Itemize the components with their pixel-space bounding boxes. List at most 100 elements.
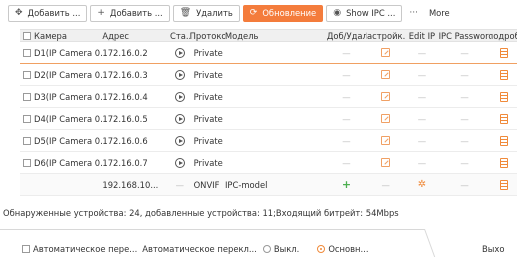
add-icon[interactable]: + xyxy=(342,178,351,191)
header-add-del[interactable]: Доб/Удал xyxy=(327,31,366,41)
row-checkbox[interactable] xyxy=(23,136,31,145)
header-model[interactable]: Модель xyxy=(225,31,327,41)
edit-icon[interactable] xyxy=(381,48,391,57)
protocol: Private xyxy=(193,47,223,58)
table-row[interactable]: D6(IP Camera 0... 172.16.0.7 Private — —… xyxy=(20,152,517,174)
protocol: Private xyxy=(193,135,223,146)
refresh-button[interactable]: ⟳ Обновление xyxy=(242,4,324,22)
ipc-password: — xyxy=(460,113,469,124)
camera-address: 172.16.0.3 xyxy=(102,69,148,80)
header-status[interactable]: Ста... xyxy=(170,31,190,41)
show-ipc-label: Show IPC ... xyxy=(346,8,396,18)
toolbar: ✥ Добавить ... + Добавить ... 🗑 Удалить … xyxy=(0,0,517,26)
model: IPC-model xyxy=(224,179,268,190)
ipc-password: — xyxy=(460,69,469,80)
table-row[interactable]: D2(IP Camera 0... 172.16.0.3 Private — —… xyxy=(20,64,517,86)
row-checkbox[interactable] xyxy=(23,92,31,101)
protocol: Private xyxy=(193,157,223,168)
settings: — xyxy=(381,179,390,190)
show-ipc-button[interactable]: ◉ Show IPC ... xyxy=(326,4,403,22)
row-checkbox[interactable] xyxy=(23,114,31,123)
add-manual-label: Добавить ... xyxy=(109,8,163,18)
details-icon[interactable] xyxy=(499,47,508,58)
edit-icon[interactable] xyxy=(381,158,391,167)
table-row[interactable]: D3(IP Camera 0... 172.16.0.4 Private — —… xyxy=(20,86,517,108)
refresh-label: Обновление xyxy=(262,8,317,18)
camera-address: 172.16.0.4 xyxy=(102,91,148,102)
camera-name: D4(IP Camera 0... xyxy=(34,113,103,124)
edit-icon[interactable] xyxy=(381,114,391,123)
protocol: ONVIF xyxy=(193,179,220,190)
play-icon[interactable] xyxy=(174,157,185,168)
details-icon[interactable] xyxy=(499,91,508,102)
play-icon[interactable] xyxy=(174,135,185,146)
delete-button[interactable]: 🗑 Удалить xyxy=(172,4,240,22)
add-manual-button[interactable]: + Добавить ... xyxy=(90,4,170,22)
header-settings[interactable]: Настройк... xyxy=(366,31,405,41)
row-checkbox[interactable] xyxy=(23,158,31,167)
edit-icon[interactable] xyxy=(381,136,391,145)
footer-options: Автоматическое пере... Автоматическое пе… xyxy=(22,244,369,254)
table-row[interactable]: D5(IP Camera 0... 172.16.0.6 Private — —… xyxy=(20,130,517,152)
radio-main[interactable]: Основн... xyxy=(317,244,369,254)
row-checkbox[interactable] xyxy=(23,48,31,57)
camera-name: D1(IP Camera 0... xyxy=(34,47,103,58)
camera-address: 192.168.10... xyxy=(102,179,159,190)
details-icon[interactable] xyxy=(499,179,508,190)
exit-button[interactable]: Выхо xyxy=(482,244,504,254)
camera-address: 172.16.0.6 xyxy=(102,135,148,146)
row-checkbox[interactable] xyxy=(23,70,31,79)
details-icon[interactable] xyxy=(499,135,508,146)
camera-address: 172.16.0.2 xyxy=(102,47,148,58)
add-del: — xyxy=(342,69,351,80)
header-ipc-password[interactable]: IPC Password xyxy=(439,31,491,41)
select-all-checkbox[interactable] xyxy=(23,31,31,40)
add-device-button[interactable]: ✥ Добавить ... xyxy=(8,4,88,22)
add-del: — xyxy=(342,157,351,168)
protocol: Private xyxy=(193,91,223,102)
eye-icon: ◉ xyxy=(333,8,342,18)
radio-main-circle[interactable] xyxy=(317,245,326,253)
table-header: Камера Адрес Ста... Протокол Модель Доб/… xyxy=(20,29,517,42)
add-device-label: Добавить ... xyxy=(27,8,81,18)
camera-name: D3(IP Camera 0... xyxy=(34,91,103,102)
table-row[interactable]: D1(IP Camera 0... 172.16.0.2 Private — —… xyxy=(20,42,517,64)
header-edit-ip[interactable]: Edit IP xyxy=(405,31,438,41)
table-row[interactable]: D4(IP Camera 0... 172.16.0.5 Private — —… xyxy=(20,108,517,130)
more-button[interactable]: ··· More xyxy=(405,4,454,22)
radio-main-label: Основн... xyxy=(328,244,369,254)
header-camera[interactable]: Камера xyxy=(20,31,102,41)
auto-checkbox[interactable] xyxy=(22,245,30,253)
play-icon[interactable] xyxy=(174,91,185,102)
protocol: Private xyxy=(193,69,223,80)
add-del: — xyxy=(342,47,351,58)
more-label: More xyxy=(428,8,450,18)
gear-icon[interactable]: ✲ xyxy=(418,179,426,190)
footer-divider xyxy=(0,229,425,230)
play-icon[interactable] xyxy=(174,113,185,124)
status-text: Обнаруженные устройства: 24, добавленные… xyxy=(3,208,399,218)
plus-icon: + xyxy=(97,8,105,18)
auto-label: Автоматическое пере... xyxy=(33,244,138,254)
play-icon[interactable] xyxy=(174,69,185,80)
delete-label: Удалить xyxy=(196,8,233,18)
refresh-icon: ⟳ xyxy=(249,8,258,18)
edit-ip: — xyxy=(417,135,427,146)
details-icon[interactable] xyxy=(499,157,508,168)
header-address[interactable]: Адрес xyxy=(102,31,170,41)
camera-address: 172.16.0.5 xyxy=(102,113,148,124)
ipc-password: — xyxy=(460,157,469,168)
radio-off-circle[interactable] xyxy=(262,245,271,253)
edit-icon[interactable] xyxy=(381,92,391,101)
details-icon[interactable] xyxy=(499,113,508,124)
radio-off[interactable]: Выкл. xyxy=(262,244,300,254)
edit-icon[interactable] xyxy=(381,70,391,79)
camera-name: D6(IP Camera 0... xyxy=(34,157,103,168)
header-details[interactable]: подроб xyxy=(491,31,517,41)
ipc-password: — xyxy=(460,179,469,190)
details-icon[interactable] xyxy=(499,69,508,80)
play-icon[interactable] xyxy=(174,47,185,58)
radio-off-label: Выкл. xyxy=(273,244,300,254)
header-protocol[interactable]: Протокол xyxy=(190,31,225,41)
table-row[interactable]: 192.168.10... — ONVIF IPC-model + — ✲ — xyxy=(20,174,517,196)
